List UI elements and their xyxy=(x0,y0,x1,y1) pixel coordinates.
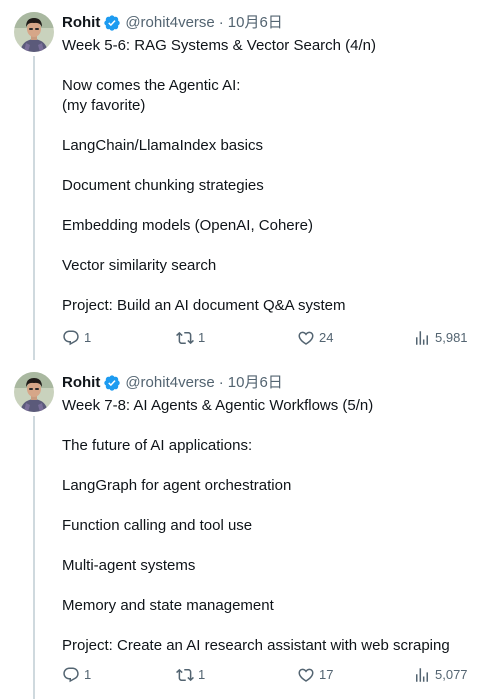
tweet-text-line: LangChain/LlamaIndex basics xyxy=(62,137,263,154)
reply-count: 1 xyxy=(84,667,92,682)
thread-timeline: Rohit @rohit4verse · 10月6日 Week 5-6: RAG… xyxy=(0,0,487,699)
like-count: 17 xyxy=(319,667,334,682)
thread-connector-line xyxy=(33,416,35,699)
reply-icon xyxy=(62,666,80,684)
tweet-header: Rohit @rohit4verse · 10月6日 xyxy=(62,13,283,33)
author-display-name[interactable]: Rohit xyxy=(62,373,100,393)
tweet-text-line: Now comes the Agentic AI: xyxy=(62,77,241,94)
verified-badge-icon xyxy=(103,374,121,392)
like-button[interactable]: 17 xyxy=(297,665,333,685)
author-handle[interactable]: @rohit4verse xyxy=(125,13,214,33)
tweet-text-line: Function calling and tool use xyxy=(62,517,253,534)
tweet-text: Week 5-6: RAG Systems & Vector Search (4… xyxy=(62,36,477,316)
tweet-text-line: Document chunking strategies xyxy=(62,177,264,194)
author-handle[interactable]: @rohit4verse xyxy=(125,373,214,393)
tweet-text-line: Project: Build an AI document Q&A system xyxy=(62,297,346,314)
tweet-text-line: The future of AI applications: xyxy=(62,437,253,454)
views-button[interactable]: 5,077 xyxy=(413,665,468,685)
tweet-text-line: Vector similarity search xyxy=(62,257,217,274)
author-display-name[interactable]: Rohit xyxy=(62,13,100,33)
tweet-text-line: Week 5-6: RAG Systems & Vector Search (4… xyxy=(62,37,377,54)
tweet-action-bar: 1 1 24 5,981 xyxy=(62,328,472,348)
thread-connector-line xyxy=(33,56,35,360)
tweet-text-line: LangGraph for agent orchestration xyxy=(62,477,292,494)
tweet-text-line: Memory and state management xyxy=(62,597,274,614)
reply-count: 1 xyxy=(84,330,92,345)
retweet-icon xyxy=(176,666,194,684)
like-button[interactable]: 24 xyxy=(297,328,333,348)
like-count: 24 xyxy=(319,330,334,345)
views-count: 5,077 xyxy=(435,667,468,682)
retweet-count: 1 xyxy=(198,330,206,345)
avatar[interactable] xyxy=(14,372,54,412)
tweet-text: Week 7-8: AI Agents & Agentic Workflows … xyxy=(62,396,477,656)
verified-badge-icon xyxy=(103,14,121,32)
views-count: 5,981 xyxy=(435,330,468,345)
header-separator: · xyxy=(218,374,224,391)
views-icon xyxy=(413,666,431,684)
tweet-date[interactable]: 10月6日 xyxy=(228,373,283,393)
tweet-text-line: Week 7-8: AI Agents & Agentic Workflows … xyxy=(62,397,374,414)
reply-button[interactable]: 1 xyxy=(62,665,91,685)
tweet[interactable]: Rohit @rohit4verse · 10月6日 Week 5-6: RAG… xyxy=(0,0,487,360)
reply-button[interactable]: 1 xyxy=(62,328,91,348)
tweet-action-bar: 1 1 17 5,077 xyxy=(62,665,472,685)
header-separator: · xyxy=(218,14,224,31)
tweet-header: Rohit @rohit4verse · 10月6日 xyxy=(62,373,283,393)
tweet-text-line: Embedding models (OpenAI, Cohere) xyxy=(62,217,313,234)
retweet-button[interactable]: 1 xyxy=(176,328,205,348)
heart-icon xyxy=(297,329,315,347)
heart-icon xyxy=(297,666,315,684)
retweet-count: 1 xyxy=(198,667,206,682)
tweet-text-line: (my favorite) xyxy=(62,97,146,114)
avatar[interactable] xyxy=(14,12,54,52)
tweet[interactable]: Rohit @rohit4verse · 10月6日 Week 7-8: AI … xyxy=(0,360,487,699)
tweet-text-line: Multi-agent systems xyxy=(62,557,196,574)
tweet-date[interactable]: 10月6日 xyxy=(228,13,283,33)
views-button[interactable]: 5,981 xyxy=(413,328,468,348)
retweet-button[interactable]: 1 xyxy=(176,665,205,685)
reply-icon xyxy=(62,329,80,347)
tweet-text-line: Project: Create an AI research assistant… xyxy=(62,637,450,654)
retweet-icon xyxy=(176,329,194,347)
views-icon xyxy=(413,329,431,347)
